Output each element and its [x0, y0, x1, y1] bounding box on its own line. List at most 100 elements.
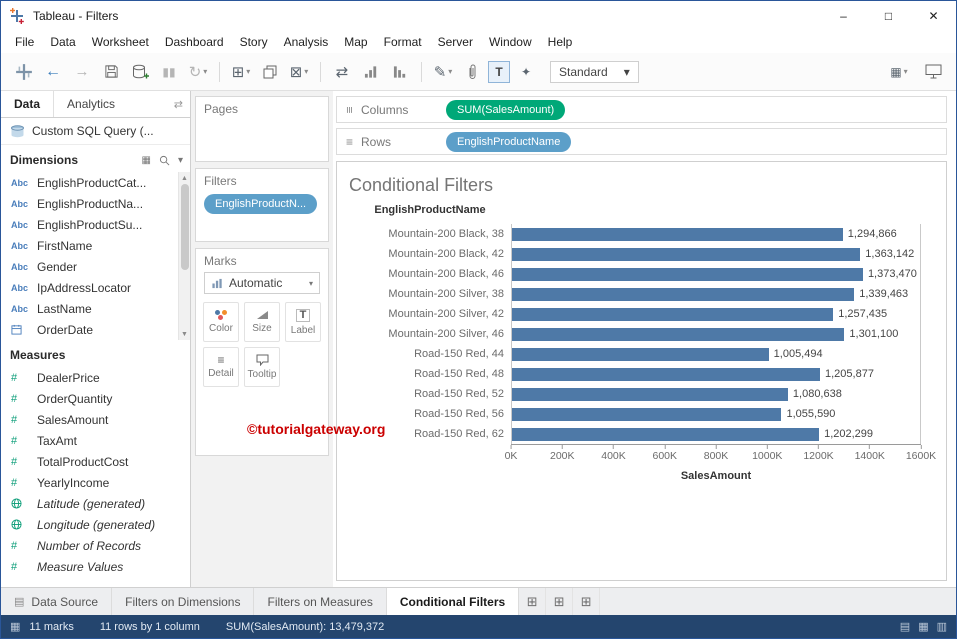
- bar-mark[interactable]: [511, 408, 781, 421]
- search-icon[interactable]: [159, 155, 170, 166]
- dimensions-scrollbar[interactable]: ▲ ▼: [178, 172, 190, 340]
- new-story-tab-button[interactable]: ⊞: [573, 588, 600, 615]
- redo-button[interactable]: →: [69, 59, 95, 85]
- tooltip-button[interactable]: Tooltip: [244, 347, 280, 387]
- scroll-up-icon[interactable]: ▲: [181, 172, 188, 184]
- bar-mark[interactable]: [511, 328, 844, 341]
- maximize-button[interactable]: □: [866, 1, 911, 31]
- measure-field[interactable]: # SalesAmount: [1, 409, 190, 430]
- menu-map[interactable]: Map: [336, 35, 375, 49]
- measure-field[interactable]: # OrderQuantity: [1, 388, 190, 409]
- menu-format[interactable]: Format: [376, 35, 430, 49]
- bar-mark[interactable]: [511, 428, 819, 441]
- bar-category-label[interactable]: Mountain-200 Black, 42: [349, 248, 511, 260]
- dimension-field[interactable]: Abc Gender: [1, 256, 190, 277]
- size-button[interactable]: Size: [244, 302, 280, 342]
- refresh-button[interactable]: ↻ ▾: [185, 59, 211, 85]
- pages-card[interactable]: Pages: [195, 96, 329, 162]
- bar-mark[interactable]: [511, 308, 833, 321]
- measure-field[interactable]: # TotalProductCost: [1, 451, 190, 472]
- measure-field[interactable]: Longitude (generated): [1, 514, 190, 535]
- dimension-field[interactable]: Abc IpAddressLocator: [1, 277, 190, 298]
- dimension-field[interactable]: OrderDate: [1, 319, 190, 340]
- filter-pill-englishproductname[interactable]: EnglishProductN...: [204, 194, 317, 214]
- show-hide-cards-button[interactable]: ▦ ▾: [886, 59, 912, 85]
- tab-data[interactable]: Data: [1, 91, 53, 117]
- pane-toggle-icon[interactable]: ⇄: [174, 98, 190, 111]
- paperclip-button[interactable]: [459, 59, 485, 85]
- mark-type-select[interactable]: Automatic ▾: [204, 272, 320, 294]
- bar-mark[interactable]: [511, 348, 769, 361]
- bar-category-label[interactable]: Road-150 Red, 44: [349, 348, 511, 360]
- menu-help[interactable]: Help: [540, 35, 581, 49]
- bar-category-label[interactable]: Mountain-200 Silver, 42: [349, 308, 511, 320]
- new-worksheet-tab-button[interactable]: ⊞: [519, 588, 546, 615]
- highlight-button[interactable]: ✎ ▾: [430, 59, 456, 85]
- measure-field[interactable]: # Number of Records: [1, 535, 190, 556]
- bar-category-label[interactable]: Mountain-200 Black, 46: [349, 268, 511, 280]
- dimension-field[interactable]: Abc LastName: [1, 298, 190, 319]
- dimension-field[interactable]: Abc EnglishProductSu...: [1, 214, 190, 235]
- add-datasource-button[interactable]: [127, 59, 153, 85]
- menu-worksheet[interactable]: Worksheet: [84, 35, 157, 49]
- save-button[interactable]: [98, 59, 124, 85]
- bar-mark[interactable]: [511, 388, 788, 401]
- new-worksheet-button[interactable]: ⊞ ▾: [228, 59, 254, 85]
- filters-card[interactable]: Filters EnglishProductN...: [195, 168, 329, 242]
- tab-filters-on-dimensions[interactable]: Filters on Dimensions: [112, 588, 254, 615]
- bar-mark[interactable]: [511, 368, 820, 381]
- bar-mark[interactable]: [511, 228, 843, 241]
- close-button[interactable]: ✕: [911, 1, 956, 31]
- undo-button[interactable]: ←: [40, 59, 66, 85]
- row-field-header[interactable]: EnglishProductName: [349, 204, 511, 216]
- bar-category-label[interactable]: Road-150 Red, 52: [349, 388, 511, 400]
- measure-field[interactable]: # DealerPrice: [1, 367, 190, 388]
- tab-filters-on-measures[interactable]: Filters on Measures: [254, 588, 386, 615]
- rows-pill-englishproductname[interactable]: EnglishProductName: [446, 132, 571, 152]
- pause-updates-button[interactable]: ▮▮: [156, 59, 182, 85]
- clear-sheet-button[interactable]: ⊠ ▾: [286, 59, 312, 85]
- tab-analytics[interactable]: Analytics: [53, 91, 128, 117]
- menu-window[interactable]: Window: [481, 35, 540, 49]
- columns-shelf[interactable]: ≡ Columns SUM(SalesAmount): [336, 96, 947, 123]
- menu-dashboard[interactable]: Dashboard: [157, 35, 232, 49]
- measure-field[interactable]: # YearlyIncome: [1, 472, 190, 493]
- chevron-down-icon[interactable]: ▾: [178, 155, 183, 166]
- show-tabs-icon[interactable]: ▤: [900, 620, 910, 633]
- tab-conditional-filters[interactable]: Conditional Filters: [387, 588, 519, 615]
- dimension-field[interactable]: Abc EnglishProductCat...: [1, 172, 190, 193]
- scroll-thumb[interactable]: [181, 184, 189, 270]
- new-dashboard-tab-button[interactable]: ⊞: [546, 588, 573, 615]
- dimension-field[interactable]: Abc FirstName: [1, 235, 190, 256]
- color-button[interactable]: Color: [203, 302, 239, 342]
- measure-field[interactable]: # Measure Values: [1, 556, 190, 577]
- measure-field[interactable]: # TaxAmt: [1, 430, 190, 451]
- swap-axes-button[interactable]: ⇄: [329, 59, 355, 85]
- bar-mark[interactable]: [511, 268, 863, 281]
- label-button[interactable]: T Label: [285, 302, 321, 342]
- sort-descending-button[interactable]: [387, 59, 413, 85]
- bar-category-label[interactable]: Mountain-200 Silver, 38: [349, 288, 511, 300]
- show-sheet-sorter-icon[interactable]: ▥: [937, 620, 947, 633]
- view-data-grid-icon[interactable]: ▦: [142, 155, 151, 166]
- bar-mark[interactable]: [511, 248, 860, 261]
- bar-category-label[interactable]: Mountain-200 Black, 38: [349, 228, 511, 240]
- show-filmstrip-icon[interactable]: ▦: [918, 620, 928, 633]
- dimension-field[interactable]: Abc EnglishProductNa...: [1, 193, 190, 214]
- toolbar-tableau-logo-icon[interactable]: [11, 59, 37, 85]
- fit-mode-select[interactable]: Standard ▾: [550, 61, 639, 83]
- bar-category-label[interactable]: Road-150 Red, 56: [349, 408, 511, 420]
- show-mark-labels-button[interactable]: T: [488, 61, 510, 83]
- menu-server[interactable]: Server: [430, 35, 481, 49]
- datasource-item[interactable]: Custom SQL Query (...: [1, 118, 190, 145]
- sort-ascending-button[interactable]: [358, 59, 384, 85]
- menu-file[interactable]: File: [7, 35, 42, 49]
- bar-category-label[interactable]: Mountain-200 Silver, 46: [349, 328, 511, 340]
- format-wand-button[interactable]: ✦: [513, 59, 539, 85]
- bar-mark[interactable]: [511, 288, 854, 301]
- detail-button[interactable]: ≡ Detail: [203, 347, 239, 387]
- scroll-down-icon[interactable]: ▼: [181, 328, 188, 340]
- menu-analysis[interactable]: Analysis: [276, 35, 337, 49]
- minimize-button[interactable]: –: [821, 1, 866, 31]
- rows-shelf[interactable]: ≡ Rows EnglishProductName: [336, 128, 947, 155]
